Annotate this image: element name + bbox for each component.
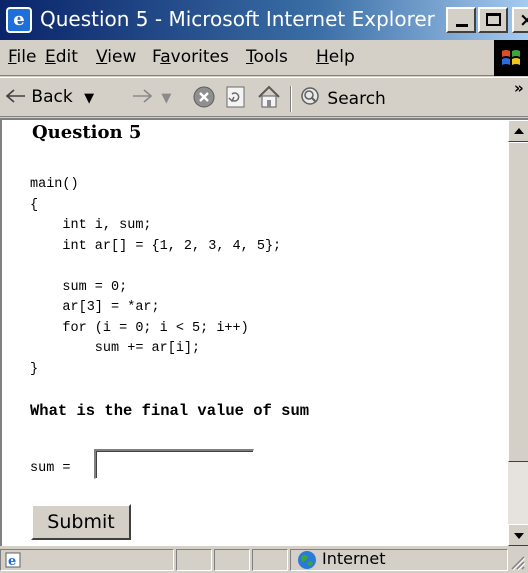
menu-help[interactable]: Help (316, 47, 355, 67)
vertical-scrollbar[interactable] (508, 120, 528, 546)
page-heading: Question 5 (32, 122, 142, 143)
status-panel (214, 549, 250, 571)
home-icon (258, 85, 280, 108)
menu-file-post: ile (16, 47, 37, 67)
search-icon (301, 87, 319, 105)
menu-view[interactable]: View (96, 47, 136, 67)
menu-tools-post: ools (253, 47, 288, 67)
sum-input[interactable] (94, 449, 254, 479)
scroll-down-button[interactable] (508, 524, 528, 546)
menu-favorites-post: vorites (170, 47, 229, 67)
forward-button[interactable]: ▼ (132, 86, 171, 110)
status-panel (176, 549, 212, 571)
menu-file[interactable]: File (8, 47, 36, 67)
close-button[interactable]: × (512, 7, 528, 33)
submit-button[interactable]: Submit (31, 504, 131, 540)
menu-edit-key: E (45, 47, 56, 67)
stop-icon (193, 86, 215, 108)
status-bar: e Internet (0, 546, 528, 573)
status-panel (252, 549, 288, 571)
menu-favorites-pre: F (152, 47, 161, 67)
refresh-icon (226, 86, 245, 108)
windows-logo-throbber (494, 40, 528, 76)
svg-text:e: e (8, 554, 16, 569)
minimize-button[interactable] (446, 7, 476, 33)
code-listing: main() { int i, sum; int ar[] = {1, 2, 3… (30, 177, 282, 377)
back-button[interactable]: Back ▼ (5, 86, 94, 110)
back-dropdown-icon[interactable]: ▼ (84, 91, 94, 106)
forward-arrow-icon (133, 89, 153, 103)
menu-view-post: iew (107, 47, 137, 67)
stop-button[interactable] (192, 85, 216, 115)
title-bar[interactable]: e Question 5 - Microsoft Internet Explor… (0, 0, 528, 40)
menu-help-post: elp (328, 47, 355, 67)
back-label: Back (31, 87, 73, 107)
menu-edit-post: dit (55, 47, 78, 67)
globe-icon (298, 551, 316, 569)
minimize-icon (456, 24, 468, 27)
windows-logo-icon (502, 50, 520, 65)
page-status-icon: e (5, 552, 21, 569)
standard-toolbar: Back ▼ ▼ Search (0, 77, 528, 117)
search-label: Search (327, 89, 386, 109)
browser-viewport: Question 5 main() { int i, sum; int ar[]… (0, 118, 528, 546)
search-button[interactable]: Search (300, 86, 386, 110)
menu-edit[interactable]: Edit (45, 47, 78, 67)
maximize-button[interactable] (478, 7, 508, 33)
menu-favorites-key: a (160, 47, 171, 67)
menu-favorites[interactable]: Favorites (152, 47, 229, 67)
menu-file-key: F (8, 47, 17, 67)
menu-tools-key: T (246, 47, 254, 67)
menu-bar: File Edit View Favorites Tools Help (0, 40, 528, 76)
forward-dropdown-icon[interactable]: ▼ (161, 91, 171, 106)
status-main-panel: e (0, 549, 174, 571)
menu-view-key: V (96, 47, 108, 67)
refresh-button[interactable] (224, 85, 248, 115)
page-content: Question 5 main() { int i, sum; int ar[]… (2, 120, 507, 546)
menu-tools[interactable]: Tools (246, 47, 288, 67)
menu-help-key: H (316, 47, 329, 67)
ie-icon: e (6, 7, 32, 33)
zone-label: Internet (322, 549, 386, 568)
sum-label: sum = (30, 461, 71, 476)
resize-grip-icon[interactable] (508, 553, 526, 571)
maximize-icon (486, 13, 501, 26)
scroll-up-button[interactable] (508, 120, 528, 142)
window-title: Question 5 - Microsoft Internet Explorer (40, 7, 435, 31)
back-arrow-icon (5, 89, 25, 103)
toolbar-separator (290, 86, 292, 112)
close-icon: × (519, 9, 528, 31)
question-text: What is the final value of sum (30, 402, 310, 420)
scroll-thumb[interactable] (508, 142, 528, 462)
home-button[interactable] (256, 84, 282, 116)
toolbar-overflow-chevron[interactable]: » (514, 79, 524, 97)
